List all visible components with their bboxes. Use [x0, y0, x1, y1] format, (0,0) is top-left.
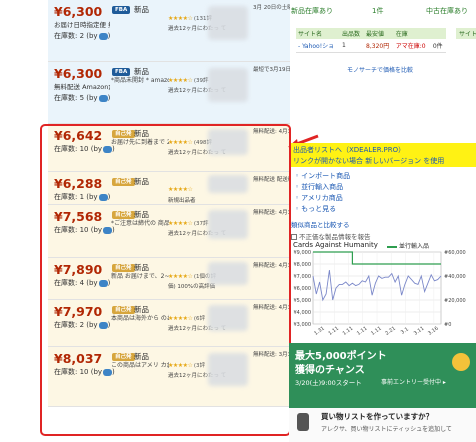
banner-entry[interactable]: 事前エントリー受付中 ▸	[381, 377, 446, 386]
x-tick-label: 3.16	[427, 326, 440, 337]
alexa-ad-desc: アレクサ、買い物リストにティッシュを追加して	[321, 426, 452, 433]
stock-label: 在庫数: 5 (by	[54, 94, 98, 102]
compare-similar-link[interactable]: 類似商品と比較する	[291, 219, 350, 229]
x-tick-label: 1.11	[342, 326, 355, 337]
site-link[interactable]: - Yahoo!ショ	[296, 39, 340, 53]
banner-title: 最大5,000ポイント	[295, 351, 387, 362]
link-label: 並行輸入商品	[301, 183, 344, 191]
offer-note: 無料配送 Amazon倉庫に在庫	[54, 83, 110, 91]
price-chart: ¥9,000 ¥8,000 ¥7,000 ¥6,000 ¥5,000 ¥4,000 ¥3,0…	[289, 240, 476, 345]
star-icons: ★★★★☆	[168, 77, 193, 84]
y-tick-label: ¥5,000	[294, 298, 312, 304]
x-tick-label: 2.21	[384, 326, 397, 337]
y2-tick-label: #0	[444, 322, 451, 328]
link-label: もっと見る	[301, 205, 337, 213]
new-stock-title: 新品在庫あり	[291, 7, 333, 15]
x-tick-label: 1.31	[313, 326, 326, 337]
new-stock-count: 1件	[372, 7, 384, 15]
used-table-header: サイト	[456, 28, 476, 39]
stock-label: 在庫数: 2 (by	[54, 32, 98, 40]
chart-legend: 並行輸入品	[385, 241, 429, 250]
shipping-info: 最短で3月19日 明日に注文した場合。	[253, 67, 290, 73]
shipping-info: 3月 20日の土曜日, 8AM-12PM時間に お届けします。	[253, 5, 290, 11]
offer-count: 1	[339, 39, 365, 53]
rating-count: (39評	[193, 78, 209, 84]
x-tick-label: 1.11	[370, 326, 383, 337]
y-tick-label: ¥8,000	[294, 262, 312, 268]
offer-price: ¥6,300	[54, 4, 103, 19]
price-chart-svg: ¥9,000 ¥8,000 ¥7,000 ¥6,000 ¥5,000 ¥4,000 ¥3,0…	[294, 250, 466, 337]
lowest-price: 8,320円	[364, 39, 394, 53]
th-site: サイト名	[296, 28, 340, 39]
banner-date: 3/20(土)9:00スタート	[295, 379, 362, 387]
echo-device-icon	[297, 413, 309, 431]
x-tick-label: 1.11	[356, 326, 369, 337]
seller-name-redacted	[208, 68, 248, 102]
th-price: 最安値	[364, 28, 394, 39]
stock-count: 在庫数: 2 (by)	[54, 32, 111, 40]
stock-table-header: サイト名 出品数 最安値 在庫	[296, 28, 446, 39]
seller-list-link[interactable]: 出品者リストへ（XDEALER.PRO）	[293, 145, 405, 155]
condition-label: 新品	[134, 5, 149, 14]
alexa-ad-title: 買い物リストを作っていますか？	[321, 412, 434, 421]
new-version-link[interactable]: リンクが開かない場合 新しいバージョン を使用	[293, 156, 444, 166]
y-tick-label: ¥4,000	[294, 310, 312, 316]
th-extra	[430, 28, 446, 39]
link-label: アメリカ商品	[301, 194, 343, 202]
monosearch-link[interactable]: モノサーチで価格を比較	[347, 65, 413, 74]
table-row[interactable]: - Yahoo!ショ 1 8,320円 アマ在庫:0 0件	[296, 39, 446, 53]
y2-tick-label: #40,000	[444, 274, 466, 280]
x-tick-label: 1.11	[327, 326, 340, 337]
us-goods-link[interactable]: ◦ アメリカ商品	[295, 193, 343, 203]
offer-row[interactable]: ¥6,300 お届け日時指定便 無料 在庫数: 2 (by) FBA 新品 ★★…	[48, 0, 290, 62]
y2-tick-label: #20,000	[444, 298, 466, 304]
import-goods-link[interactable]: ◦ インポート商品	[295, 171, 350, 181]
y-tick-label: ¥9,000	[294, 250, 312, 256]
loop-icon	[98, 32, 108, 40]
points-campaign-banner[interactable]: 最大5,000ポイント 獲得のチャンス 3/20(土)9:00スタート 事前エン…	[289, 343, 476, 408]
legend-label: 並行輸入品	[399, 243, 430, 250]
highlight-box	[40, 124, 291, 436]
seller-rating-stars: ★★★★☆ (39評	[168, 76, 208, 84]
seller-rating-stars: ★★★★☆ (131評	[168, 14, 212, 22]
x-tick-label: 3.11	[413, 326, 426, 337]
stock-count: 在庫数: 5 (by)	[54, 94, 111, 102]
y-tick-label: ¥6,000	[294, 286, 312, 292]
link-label: インポート商品	[301, 172, 351, 180]
y-tick-label: ¥7,000	[294, 274, 312, 280]
chart-title: Cards Against Humanity	[293, 241, 378, 249]
x-tick-label: 3.1	[400, 326, 410, 335]
th-count: 出品数	[339, 28, 365, 39]
banner-subtitle: 獲得のチャンス	[295, 365, 365, 376]
legend-swatch	[387, 245, 397, 248]
offer-price: ¥6,300	[54, 66, 103, 81]
offer-row[interactable]: ¥6,300 無料配送 Amazon倉庫に在庫 在庫数: 5 (by) FBA …	[48, 62, 290, 124]
point-coin-icon	[452, 353, 470, 371]
more-link[interactable]: ◦ もっと見る	[295, 204, 336, 214]
fulfillment-badge: FBA	[112, 68, 131, 76]
loop-icon	[98, 94, 108, 102]
fulfillment-badge: FBA	[112, 6, 131, 14]
parallel-import-link[interactable]: ◦ 並行輸入商品	[295, 182, 343, 192]
seller-name-redacted	[208, 6, 248, 40]
condition-desc: *商品未開封 * amazon倉庫に在	[111, 77, 169, 84]
th-stock: 在庫	[393, 28, 431, 39]
extra-count: 0件	[430, 39, 446, 53]
alexa-ad[interactable]: 買い物リストを作っていますか？ アレクサ、買い物リストにティッシュを追加して	[289, 408, 476, 442]
y2-tick-label: #60,000	[444, 250, 466, 256]
amazon-stock: アマ在庫:0	[393, 39, 431, 53]
used-stock-title: 中古在庫あり	[426, 7, 468, 15]
offer-note: お届け日時指定便 無料	[54, 21, 110, 29]
y-tick-label: ¥3,000	[294, 322, 312, 328]
star-icons: ★★★★☆	[168, 15, 193, 22]
stock-table: サイト名 出品数 最安値 在庫 - Yahoo!ショ 1 8,320円 アマ在庫…	[296, 28, 446, 53]
